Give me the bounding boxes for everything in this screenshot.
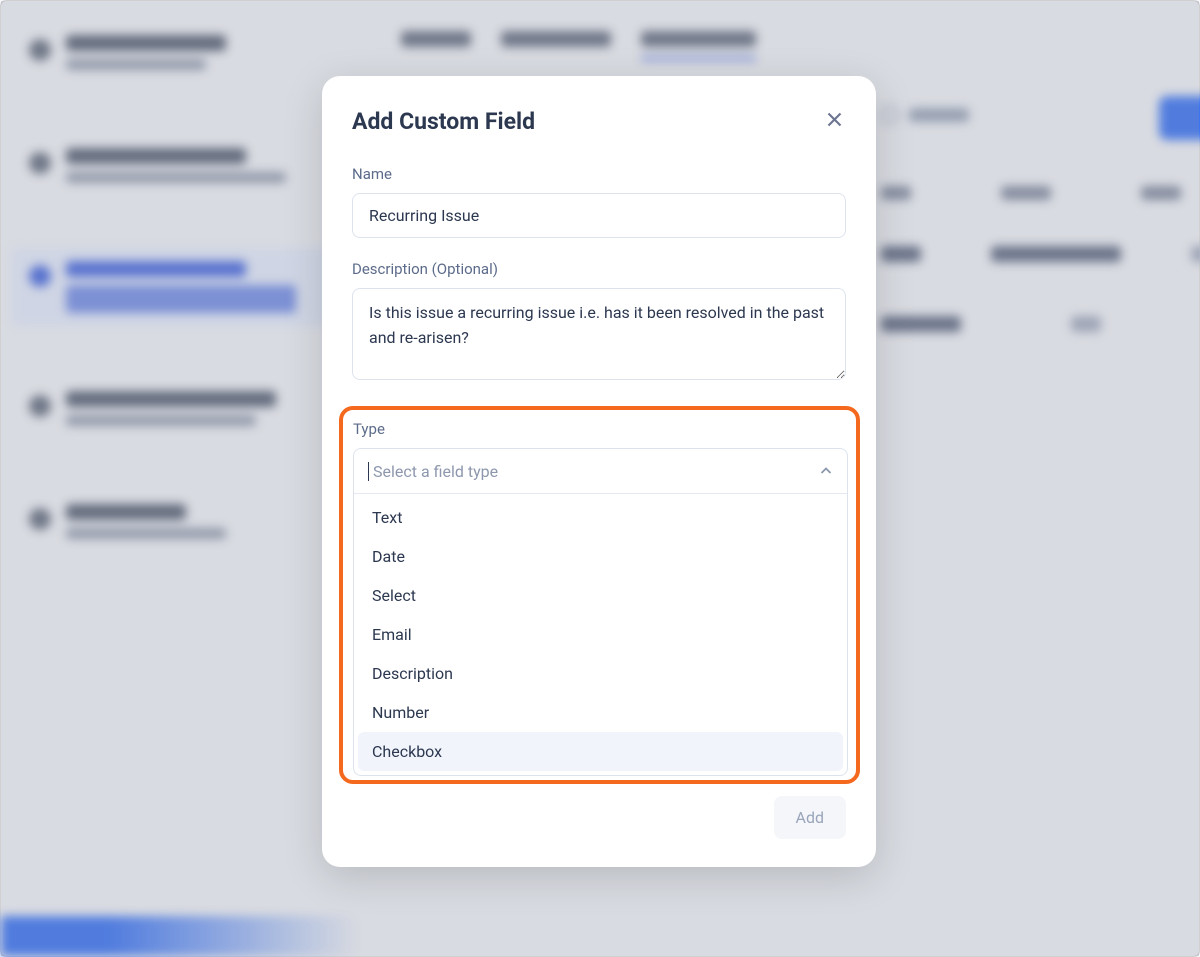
type-option-description[interactable]: Description <box>358 654 843 693</box>
type-select-header[interactable]: Select a field type <box>354 449 847 493</box>
name-label: Name <box>352 165 846 183</box>
type-option-select[interactable]: Select <box>358 576 843 615</box>
type-option-checkbox[interactable]: Checkbox <box>358 732 843 771</box>
description-label: Description (Optional) <box>352 260 846 278</box>
add-custom-field-modal: Add Custom Field Name Description (Optio… <box>322 76 876 867</box>
type-dropdown: Text Date Select Email Description Numbe… <box>354 493 847 775</box>
type-label: Type <box>353 420 848 438</box>
type-section-highlight: Type Select a field type Text Date Selec… <box>339 406 860 784</box>
type-option-number[interactable]: Number <box>358 693 843 732</box>
close-icon <box>827 112 842 127</box>
type-option-text[interactable]: Text <box>358 498 843 537</box>
description-input[interactable]: Is this issue a recurring issue i.e. has… <box>352 288 846 380</box>
type-select[interactable]: Select a field type Text Date Select Ema… <box>353 448 848 776</box>
type-option-email[interactable]: Email <box>358 615 843 654</box>
type-select-placeholder: Select a field type <box>373 462 819 481</box>
type-option-date[interactable]: Date <box>358 537 843 576</box>
close-button[interactable] <box>823 106 846 137</box>
name-input[interactable] <box>352 193 846 238</box>
modal-title: Add Custom Field <box>352 108 535 135</box>
chevron-up-icon <box>819 464 833 478</box>
add-button[interactable]: Add <box>774 796 846 839</box>
